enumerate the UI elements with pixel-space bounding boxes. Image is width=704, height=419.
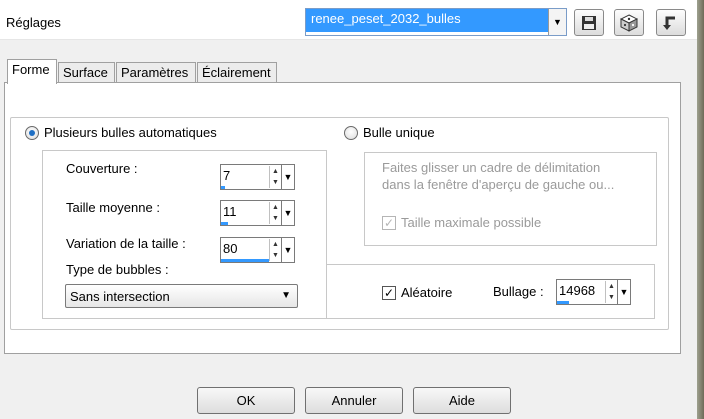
single-bubble-radio[interactable] [344, 126, 358, 140]
coverage-spinner[interactable]: 7 ▲ ▼ ▼ [220, 164, 295, 190]
hint-line-1: Faites glisser un cadre de délimitation [382, 160, 601, 175]
auto-bubbles-radio[interactable] [25, 126, 39, 140]
chevron-down-icon[interactable]: ▼ [281, 238, 294, 262]
random-label[interactable]: Aléatoire [401, 285, 452, 300]
size-variation-value[interactable]: 80 [223, 241, 237, 256]
coverage-level-bar [221, 186, 225, 189]
reset-button[interactable] [656, 9, 686, 36]
spin-arrows-icon[interactable]: ▲ ▼ [269, 166, 281, 188]
avg-size-level-bar [221, 222, 228, 225]
bubble-type-select[interactable]: Sans intersection ▼ [65, 284, 298, 308]
preset-combo[interactable]: renee_peset_2032_bulles ▼ [305, 8, 567, 36]
avg-size-value[interactable]: 11 [223, 204, 237, 219]
floppy-disk-icon [582, 15, 596, 30]
help-button[interactable]: Aide [413, 387, 511, 414]
ok-button[interactable]: OK [197, 387, 295, 414]
max-size-label: Taille maximale possible [401, 215, 542, 230]
reset-icon [663, 16, 675, 30]
save-preset-button[interactable] [574, 9, 604, 36]
random-checkbox[interactable]: ✓ [382, 286, 396, 300]
bubble-type-value[interactable]: Sans intersection [70, 289, 170, 304]
background-strip [697, 0, 704, 419]
size-variation-spinner[interactable]: 80 ▲ ▼ ▼ [220, 237, 295, 263]
bubble-type-label: Type de bubbles : [66, 262, 169, 277]
max-size-checkbox[interactable]: ✓ [382, 216, 396, 230]
tab-parametres[interactable]: Paramètres [116, 62, 196, 83]
chevron-down-icon[interactable]: ▼ [281, 290, 291, 301]
seed-bar [557, 301, 569, 304]
spin-arrows-icon[interactable]: ▲ ▼ [269, 202, 281, 224]
cancel-button[interactable]: Annuler [305, 387, 403, 414]
size-variation-level-bar [221, 259, 269, 262]
coverage-label: Couverture : [66, 161, 138, 176]
tab-eclairement[interactable]: Éclairement [197, 62, 277, 83]
spin-arrows-icon[interactable]: ▲ ▼ [605, 281, 617, 303]
chevron-down-icon[interactable]: ▼ [281, 201, 294, 225]
dice-icon [620, 13, 638, 32]
avg-size-spinner[interactable]: 11 ▲ ▼ ▼ [220, 200, 295, 226]
hint-line-2: dans la fenêtre d'aperçu de gauche ou... [382, 177, 615, 192]
randomize-button[interactable] [614, 9, 644, 36]
preset-value[interactable]: renee_peset_2032_bulles [306, 9, 548, 35]
chevron-down-icon[interactable]: ▼ [548, 9, 566, 35]
presets-label: Réglages [6, 15, 61, 30]
avg-size-label: Taille moyenne : [66, 200, 160, 215]
single-bubble-label[interactable]: Bulle unique [363, 125, 435, 140]
seed-value[interactable]: 14968 [559, 283, 595, 298]
auto-bubbles-label[interactable]: Plusieurs bulles automatiques [44, 125, 217, 140]
chevron-down-icon[interactable]: ▼ [281, 165, 294, 189]
seed-spinner[interactable]: 14968 ▲ ▼ ▼ [556, 279, 631, 305]
tab-surface[interactable]: Surface [58, 62, 115, 83]
chevron-down-icon[interactable]: ▼ [617, 280, 630, 304]
size-variation-label: Variation de la taille : [66, 236, 186, 251]
spin-arrows-icon[interactable]: ▲ ▼ [269, 239, 281, 261]
coverage-value[interactable]: 7 [223, 168, 230, 183]
tab-forme[interactable]: Forme [7, 59, 57, 84]
seed-label: Bullage : [493, 284, 544, 299]
